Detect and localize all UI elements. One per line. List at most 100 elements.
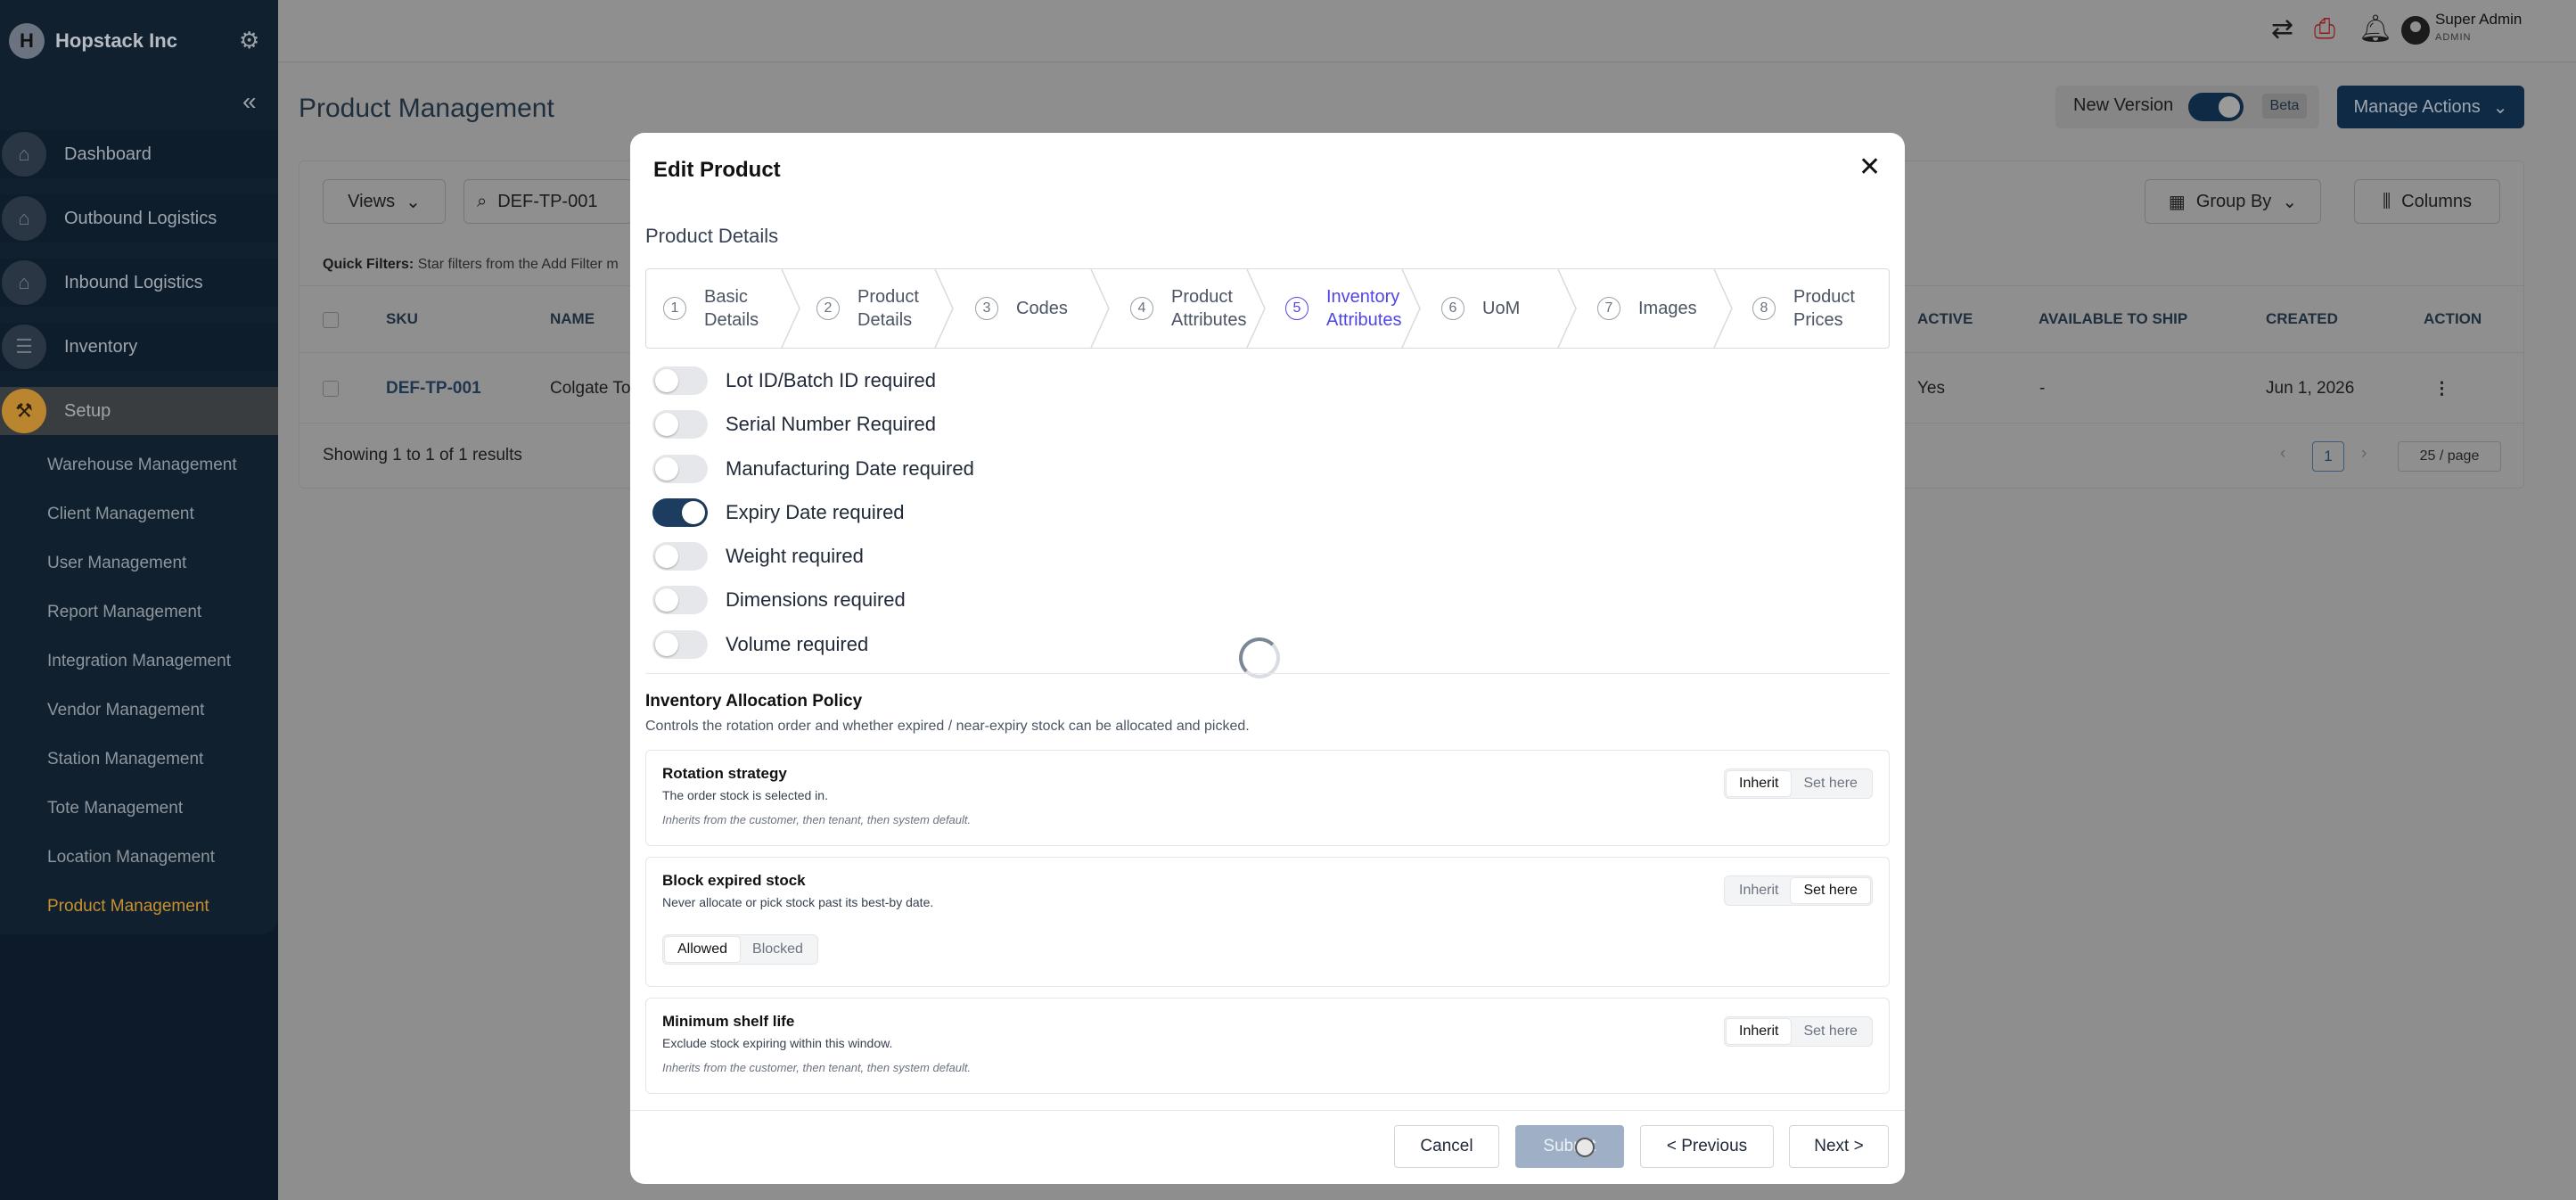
policy-card-block-expired: Block expired stock Never allocate or pi… [645,857,1890,987]
allowed-blocked-toggle[interactable]: Allowed Blocked [662,934,818,965]
allowed-option[interactable]: Allowed [665,937,741,962]
sidebar-subitem-client[interactable]: Client Management [47,505,194,524]
printer-icon[interactable]: ⎙ [2314,16,2335,43]
next-page-icon[interactable]: › [2361,444,2367,464]
sidebar-subitem-product[interactable]: Product Management [47,897,209,916]
inherit-option[interactable]: Inherit [1727,771,1792,796]
lot-id-toggle[interactable] [652,366,708,395]
sidebar-item-outbound[interactable]: ⌂ Outbound Logistics [0,194,278,242]
toggle-row-weight[interactable]: Weight required [652,542,864,571]
sidebar-item-setup[interactable]: ⚒ Setup [0,387,278,435]
inherit-set-toggle[interactable]: Inherit Set here [1724,768,1873,799]
switch-icon[interactable]: ⇄ [2271,16,2293,43]
views-button[interactable]: Views ⌄ [323,179,446,224]
step-separator [1557,269,1577,348]
close-icon[interactable]: ✕ [1858,154,1881,181]
prev-page-icon[interactable]: ‹ [2280,444,2285,464]
step-codes[interactable]: 3 Codes [975,269,1068,348]
set-here-option[interactable]: Set here [1791,1019,1869,1044]
step-basic-details[interactable]: 1 Basic Details [663,269,793,348]
sidebar-subitem-user[interactable]: User Management [47,554,186,573]
serial-number-toggle[interactable] [652,410,708,439]
sidebar-item-label: Outbound Logistics [64,208,217,228]
sidebar-subitem-report[interactable]: Report Management [47,603,201,622]
inherit-option[interactable]: Inherit [1727,1019,1792,1044]
submit-button[interactable]: Submit [1515,1125,1624,1168]
sidebar-subitem-warehouse[interactable]: Warehouse Management [47,456,237,475]
column-header-active[interactable]: ACTIVE [1917,310,1973,328]
avatar[interactable] [2401,16,2430,45]
cell-sku[interactable]: DEF-TP-001 [386,379,481,399]
step-label: Product Prices [1793,287,1855,330]
toggle-row-lot-id[interactable]: Lot ID/Batch ID required [652,366,936,395]
set-here-option[interactable]: Set here [1791,878,1870,903]
toggle-row-expiry-date[interactable]: Expiry Date required [652,498,905,527]
sidebar-subitem-location[interactable]: Location Management [47,848,215,867]
not-allowed-cursor-icon [1575,1138,1595,1157]
sidebar-item-inbound[interactable]: ⌂ Inbound Logistics [0,259,278,307]
step-uom[interactable]: 6 UoM [1441,269,1520,348]
sidebar-item-label: Inbound Logistics [64,272,203,292]
manufacturing-date-toggle[interactable] [652,455,708,483]
column-header-created[interactable]: CREATED [2266,310,2338,328]
grid-icon: ▦ [2168,192,2186,212]
previous-button[interactable]: < Previous [1640,1125,1774,1168]
expiry-date-toggle[interactable] [652,498,708,527]
column-header-action: ACTION [2424,310,2482,327]
blocked-option[interactable]: Blocked [740,937,816,962]
brand-name: Hopstack Inc [55,29,177,52]
search-input[interactable]: ⌕ DEF-TP-001 [464,179,633,224]
chevron-down-icon: ⌄ [2282,192,2298,212]
volume-toggle[interactable] [652,630,708,659]
page-number[interactable]: 1 [2312,441,2344,472]
manage-actions-button[interactable]: Manage Actions ⌄ [2337,86,2524,128]
weight-toggle[interactable] [652,542,708,571]
step-product-details[interactable]: 2 Product Details [816,269,938,348]
bell-icon[interactable]: 🔔︎ [2359,16,2392,43]
sidebar-subitem-vendor[interactable]: Vendor Management [47,701,204,720]
user-role: ADMIN [2435,32,2472,43]
column-header-available[interactable]: AVAILABLE TO SHIP [2039,310,2187,328]
toggle-label: Dimensions required [726,588,906,611]
more-options-icon[interactable]: ⋮ [2433,379,2450,399]
row-checkbox[interactable] [323,381,339,397]
column-header-sku[interactable]: SKU [386,310,418,328]
setup-icon: ⚒ [2,389,46,433]
inherit-set-toggle[interactable]: Inherit Set here [1724,1016,1873,1047]
policy-card-description: Never allocate or pick stock past its be… [662,895,934,909]
group-by-button[interactable]: ▦ Group By ⌄ [2145,179,2321,224]
select-all-checkbox[interactable] [323,312,339,328]
inherit-set-toggle[interactable]: Inherit Set here [1724,875,1873,906]
sidebar-subitem-tote[interactable]: Tote Management [47,799,183,818]
step-separator [1090,269,1110,348]
per-page-select[interactable]: 25 / page [2398,441,2501,472]
toggle-row-manufacturing-date[interactable]: Manufacturing Date required [652,455,974,483]
step-product-prices[interactable]: 8 Product Prices [1752,269,1874,348]
search-value: DEF-TP-001 [497,191,598,211]
sidebar-item-dashboard[interactable]: ⌂ Dashboard [0,130,278,178]
next-button[interactable]: Next > [1789,1125,1889,1168]
cancel-button[interactable]: Cancel [1394,1125,1499,1168]
brand[interactable]: H Hopstack Inc [9,23,177,59]
quick-filters-label: Quick Filters: [323,257,414,272]
set-here-option[interactable]: Set here [1791,771,1869,796]
sidebar-subitem-integration[interactable]: Integration Management [47,652,231,671]
step-images[interactable]: 7 Images [1597,269,1697,348]
results-summary: Showing 1 to 1 of 1 results [323,446,522,464]
dimensions-toggle[interactable] [652,586,708,614]
toggle-row-volume[interactable]: Volume required [652,630,868,659]
user-name[interactable]: Super Admin [2435,11,2522,29]
collapse-sidebar-icon[interactable]: « [242,89,257,114]
sidebar-subitem-station[interactable]: Station Management [47,750,203,769]
toggle-row-dimensions[interactable]: Dimensions required [652,586,906,614]
column-header-name[interactable]: NAME [550,310,595,328]
columns-icon: ⫼ [2382,191,2391,211]
new-version-toggle[interactable] [2188,93,2244,121]
quick-filters-hint: Star filters from the Add Filter m [417,257,619,272]
toggle-row-serial-number[interactable]: Serial Number Required [652,410,936,439]
inherit-option[interactable]: Inherit [1727,878,1791,903]
sidebar-item-inventory[interactable]: ☰ Inventory [0,323,278,371]
columns-button[interactable]: ⫼ Columns [2354,179,2500,224]
gear-icon[interactable]: ⚙ [239,29,259,52]
policy-card-rotation: Rotation strategy The order stock is sel… [645,750,1890,846]
